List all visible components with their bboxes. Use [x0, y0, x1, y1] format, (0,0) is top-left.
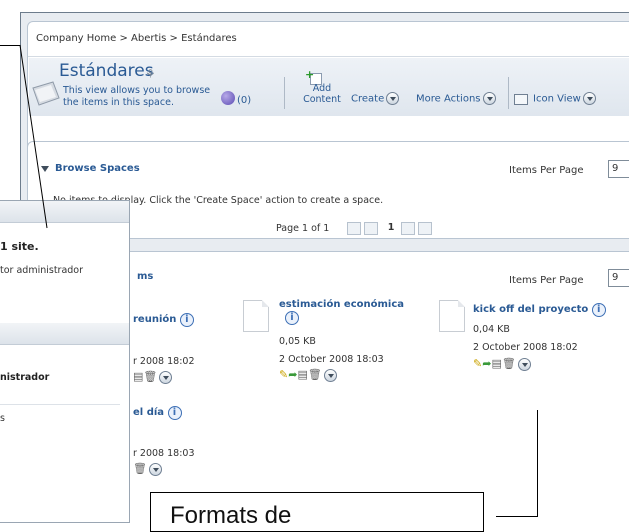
- icon-view-icon: [514, 94, 528, 105]
- document-date: r 2008 18:02: [133, 356, 195, 367]
- items-per-page-input[interactable]: 9: [608, 269, 629, 287]
- document-date: 2 October 2008 18:02: [473, 342, 578, 353]
- details-icon[interactable]: ▤: [491, 357, 501, 370]
- chevron-down-icon: [386, 92, 400, 105]
- create-label: Create: [351, 93, 385, 105]
- document-actions: ✎➦▤🗑: [279, 368, 337, 382]
- more-actions-icon[interactable]: [517, 357, 531, 371]
- next-page-button[interactable]: [401, 222, 415, 235]
- more-actions-label: More Actions: [416, 93, 481, 105]
- document-name: estimación económica: [279, 299, 405, 310]
- admin-text: tor administrador: [0, 265, 84, 276]
- breadcrumb[interactable]: Company Home > Abertis > Estándares: [36, 33, 237, 44]
- document-actions: 🗑: [133, 462, 162, 476]
- document-link[interactable]: el día i: [133, 406, 182, 420]
- info-icon[interactable]: i: [591, 303, 606, 317]
- admin-name[interactable]: nistrador: [0, 372, 49, 383]
- delete-icon[interactable]: 🗑: [502, 357, 516, 370]
- document-link[interactable]: estimación económica i: [279, 298, 429, 325]
- document-link[interactable]: reunión i: [133, 313, 194, 327]
- delete-icon[interactable]: 🗑: [308, 368, 322, 381]
- document-size: 0,04 KB: [473, 324, 510, 335]
- toolbar-divider: [508, 77, 509, 109]
- document-name: reunión: [133, 314, 177, 325]
- edit-icon[interactable]: ✎: [279, 368, 288, 381]
- items-per-page-input[interactable]: 9: [608, 160, 629, 178]
- document-actions: ▤🗑: [133, 370, 173, 384]
- content-items-title[interactable]: ms: [137, 271, 153, 282]
- details-icon[interactable]: ▤: [133, 370, 143, 383]
- rss-icon[interactable]: ⚘: [145, 67, 156, 81]
- browse-spaces-title[interactable]: Browse Spaces: [55, 163, 140, 174]
- more-actions-icon[interactable]: [323, 368, 337, 382]
- callout-line: [496, 516, 538, 517]
- info-icon[interactable]: i: [285, 311, 299, 325]
- info-icon[interactable]: i: [179, 313, 194, 327]
- space-title: Estándares: [59, 61, 154, 81]
- chevron-down-icon: [582, 92, 596, 105]
- icon-view-label: Icon View: [533, 93, 581, 105]
- divider: [0, 404, 120, 405]
- callout-line: [537, 410, 538, 517]
- items-per-page-label: Items Per Page: [509, 165, 584, 176]
- document-date: r 2008 18:03: [133, 448, 195, 459]
- edit-icon[interactable]: ✎: [473, 357, 482, 370]
- divider: [28, 56, 629, 57]
- chevron-down-icon: [482, 92, 496, 105]
- delete-icon[interactable]: 🗑: [143, 370, 157, 383]
- current-page[interactable]: 1: [384, 222, 398, 235]
- more-actions-icon[interactable]: [159, 370, 173, 384]
- previous-page-button[interactable]: [364, 222, 378, 235]
- icon-view-menu[interactable]: Icon View: [533, 92, 596, 105]
- details-icon[interactable]: ▤: [297, 368, 307, 381]
- document-name: kick off del proyecto: [473, 304, 589, 315]
- document-icon[interactable]: [439, 300, 465, 332]
- delete-icon[interactable]: 🗑: [133, 462, 147, 475]
- pager-text: Page 1 of 1: [276, 223, 330, 234]
- space-description: This view allows you to browse the items…: [63, 85, 211, 108]
- document-link[interactable]: kick off del proyecto i: [473, 303, 606, 317]
- document-date: 2 October 2008 18:03: [279, 354, 384, 365]
- document-size: 0,05 KB: [279, 336, 316, 347]
- info-icon[interactable]: i: [167, 406, 182, 420]
- document-name: el día: [133, 407, 165, 418]
- last-page-button[interactable]: [418, 222, 432, 235]
- users-count[interactable]: (0): [237, 95, 251, 106]
- overlay-text: s: [0, 413, 5, 424]
- first-page-button[interactable]: [347, 222, 361, 235]
- document-actions: ✎➦▤🗑: [473, 357, 531, 371]
- more-actions-icon[interactable]: [148, 462, 162, 476]
- document-icon[interactable]: [243, 300, 269, 332]
- create-menu[interactable]: Create: [351, 92, 400, 105]
- toolbar-divider: [284, 77, 285, 109]
- more-actions-menu[interactable]: More Actions: [416, 92, 496, 105]
- items-per-page-label: Items Per Page: [509, 275, 584, 286]
- site-count: 1 site.: [0, 240, 39, 253]
- add-content-button[interactable]: Add Content: [297, 83, 347, 105]
- annotation-text: Formats de: [170, 502, 292, 529]
- users-icon[interactable]: [221, 91, 235, 105]
- callout-line: [19, 44, 48, 229]
- overlay-header: [0, 323, 129, 345]
